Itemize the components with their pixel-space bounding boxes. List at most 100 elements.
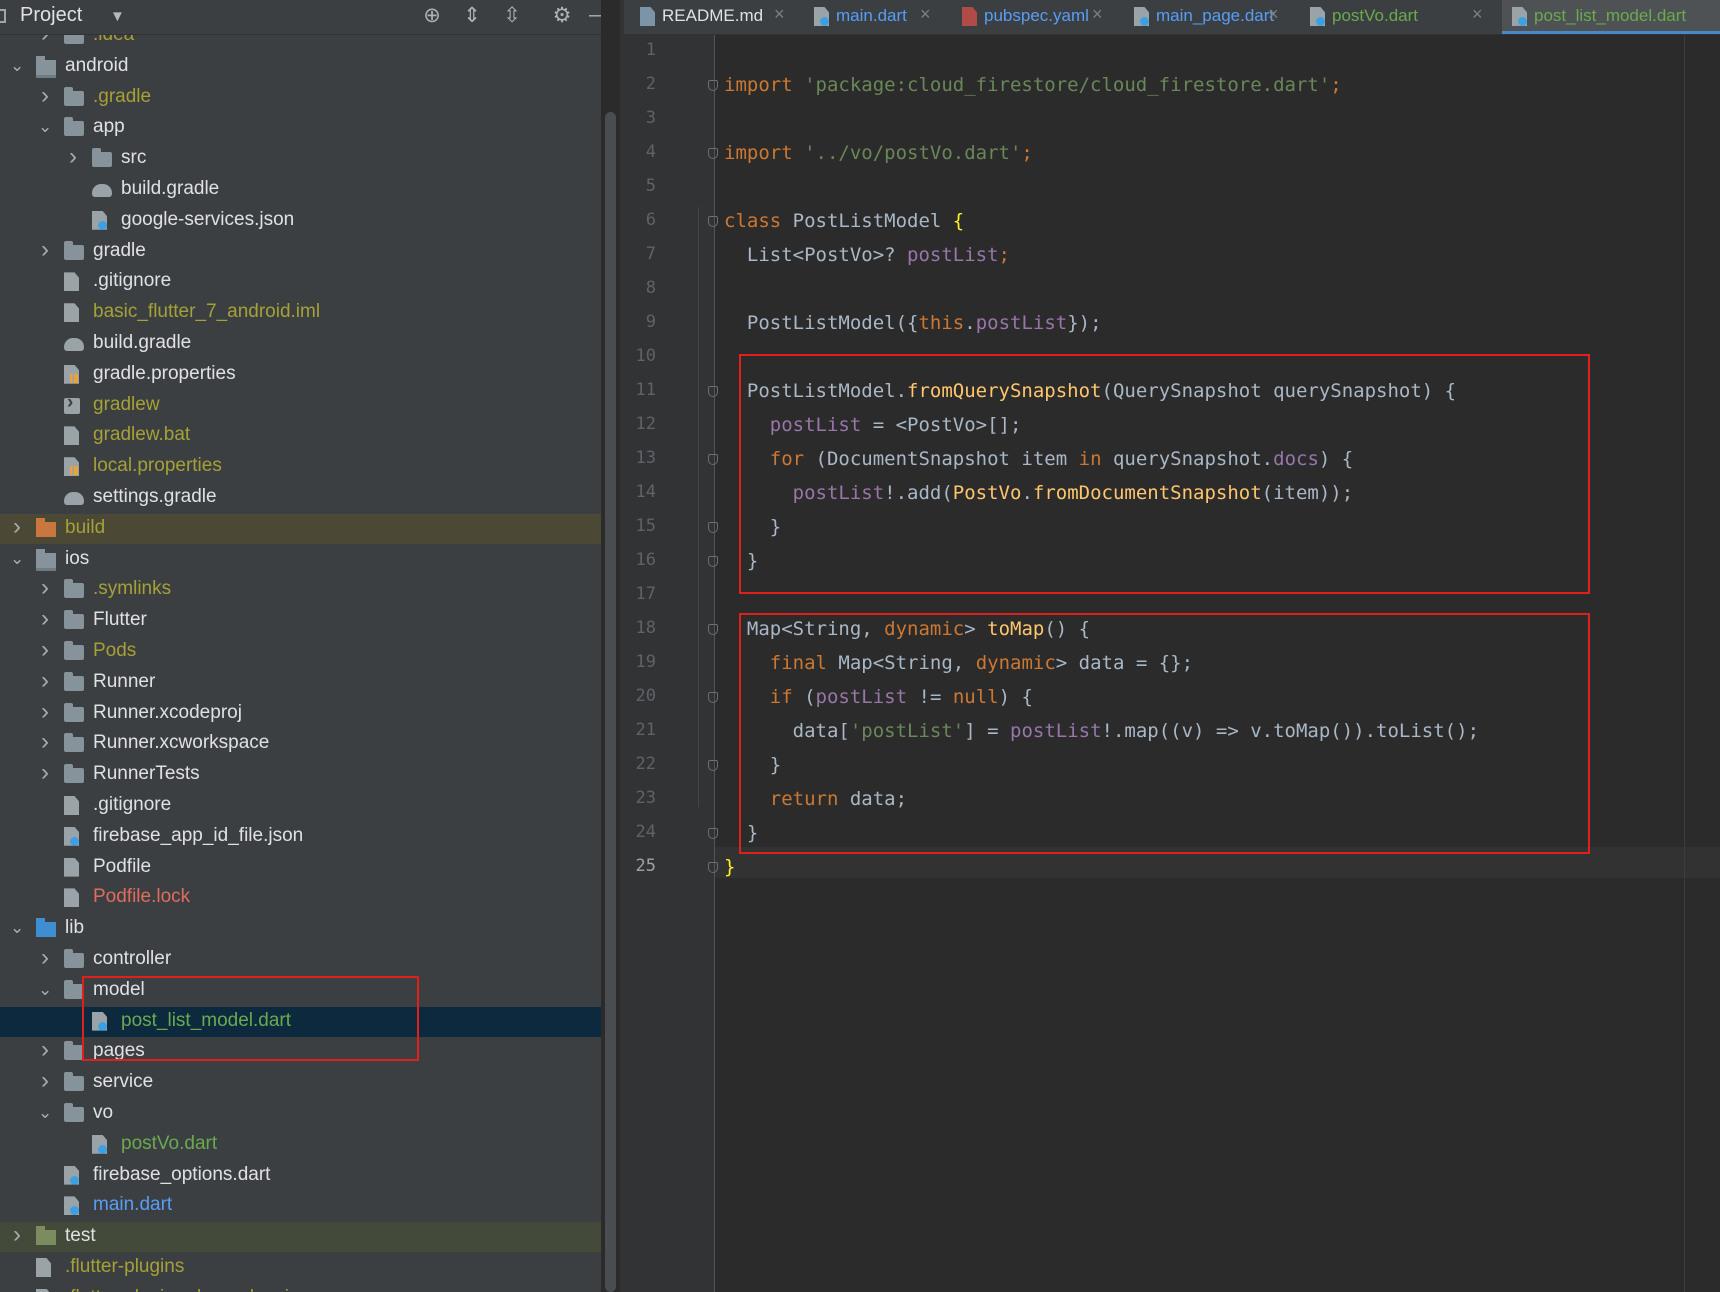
chevron-down-icon[interactable]: ⌄: [38, 117, 52, 137]
text-file-icon: [64, 857, 79, 877]
tree-item[interactable]: ⌄ app: [0, 113, 601, 143]
line-number: 3: [645, 108, 656, 128]
code-line: import '../vo/postVo.dart';: [724, 142, 1033, 164]
tree-item[interactable]: › Flutter: [0, 605, 601, 636]
project-view-selector[interactable]: Project: [20, 4, 82, 27]
close-icon[interactable]: ×: [1472, 4, 1483, 25]
fromQuerySnapshot-highlight-box: [739, 354, 1590, 594]
chevron-down-icon[interactable]: ▼: [110, 8, 125, 25]
tree-item[interactable]: firebase_app_id_file.json: [0, 822, 601, 852]
tree-item[interactable]: local.properties: [0, 452, 601, 482]
tree-item[interactable]: gradlew: [0, 391, 601, 421]
fold-marker-icon[interactable]: [708, 216, 718, 227]
tree-item[interactable]: › Runner: [0, 667, 601, 698]
fold-marker-icon[interactable]: [708, 80, 718, 91]
editor-tab[interactable]: post_list_model.dart: [1502, 0, 1720, 34]
fold-marker-icon[interactable]: [708, 624, 718, 635]
tree-item[interactable]: settings.gradle: [0, 483, 601, 513]
editor-tab[interactable]: main_page.dart ×: [1124, 0, 1292, 34]
tree-item[interactable]: › src: [0, 143, 601, 174]
fold-marker-icon[interactable]: [708, 692, 718, 703]
tree-item[interactable]: › Pods: [0, 636, 601, 667]
fold-marker-icon[interactable]: [708, 386, 718, 397]
code-token: this: [918, 312, 965, 334]
close-icon[interactable]: ×: [920, 4, 931, 25]
locate-file-icon[interactable]: ⊕: [419, 3, 445, 28]
terminal-file-icon: [64, 392, 80, 414]
editor-tab[interactable]: pubspec.yaml ×: [952, 0, 1116, 34]
chevron-right-icon[interactable]: ›: [38, 667, 52, 695]
tree-item[interactable]: › test: [0, 1221, 601, 1253]
tree-item[interactable]: Podfile: [0, 853, 601, 883]
chevron-down-icon[interactable]: ⌄: [38, 980, 52, 1000]
tree-item[interactable]: gradlew.bat: [0, 421, 601, 451]
chevron-right-icon[interactable]: ›: [10, 1221, 24, 1249]
chevron-right-icon[interactable]: ›: [38, 1067, 52, 1095]
fold-marker-icon[interactable]: [708, 148, 718, 159]
expand-all-icon[interactable]: ⇕: [459, 3, 485, 28]
editor-tab[interactable]: main.dart ×: [804, 0, 944, 34]
tree-item[interactable]: › RunnerTests: [0, 759, 601, 790]
tree-item[interactable]: build.gradle: [0, 329, 601, 359]
tree-item[interactable]: › service: [0, 1067, 601, 1098]
chevron-down-icon[interactable]: ⌄: [10, 56, 24, 76]
tree-item[interactable]: firebase_options.dart: [0, 1161, 601, 1191]
tree-item[interactable]: .flutter-plugins-dependencies: [0, 1284, 601, 1292]
tree-item-label: Flutter: [93, 609, 147, 631]
code-editor[interactable]: 1 2 3 4 5 6 7 8 9 10 11 12 13 14 15 16 17 18 19 20 21 22 23 24 2…: [624, 35, 1720, 1292]
chevron-down-icon[interactable]: ⌄: [10, 549, 24, 569]
tree-item[interactable]: › .symlinks: [0, 574, 601, 605]
editor-tab[interactable]: README.md ×: [630, 0, 798, 34]
tree-item[interactable]: ⌄ ios: [0, 545, 601, 575]
gear-icon[interactable]: ⚙: [549, 3, 575, 28]
fold-marker-icon[interactable]: [708, 522, 718, 533]
tree-item[interactable]: basic_flutter_7_android.iml: [0, 298, 601, 328]
hide-panel-icon[interactable]: —: [589, 3, 601, 27]
fold-marker-icon[interactable]: [708, 862, 718, 873]
chevron-right-icon[interactable]: ›: [38, 236, 52, 264]
fold-marker-icon[interactable]: [708, 828, 718, 839]
fold-marker-icon[interactable]: [708, 556, 718, 567]
close-icon[interactable]: ×: [1268, 4, 1279, 25]
tree-item[interactable]: Podfile.lock: [0, 883, 601, 913]
tree-item[interactable]: › controller: [0, 944, 601, 975]
chevron-right-icon[interactable]: ›: [38, 636, 52, 664]
project-tree-scrollbar[interactable]: [605, 112, 616, 1292]
tree-item[interactable]: build.gradle: [0, 175, 601, 205]
chevron-right-icon[interactable]: ›: [66, 143, 80, 171]
collapse-all-icon[interactable]: ⇳: [499, 3, 525, 28]
fold-marker-icon[interactable]: [708, 454, 718, 465]
chevron-right-icon[interactable]: ›: [38, 698, 52, 726]
tree-item[interactable]: google-services.json: [0, 206, 601, 236]
chevron-right-icon[interactable]: ›: [38, 759, 52, 787]
tree-item[interactable]: › gradle: [0, 236, 601, 267]
editor-tab[interactable]: postVo.dart ×: [1300, 0, 1496, 34]
tree-item[interactable]: .gitignore: [0, 267, 601, 297]
chevron-right-icon[interactable]: ›: [38, 82, 52, 110]
chevron-right-icon[interactable]: ›: [38, 1036, 52, 1064]
chevron-right-icon[interactable]: ›: [38, 605, 52, 633]
tree-item[interactable]: .flutter-plugins: [0, 1253, 601, 1283]
close-icon[interactable]: ×: [774, 4, 785, 25]
fold-marker-icon[interactable]: [708, 760, 718, 771]
chevron-right-icon[interactable]: ›: [38, 944, 52, 972]
chevron-right-icon[interactable]: ›: [10, 513, 24, 541]
chevron-right-icon[interactable]: ›: [38, 728, 52, 756]
tree-item[interactable]: ⌄ android: [0, 52, 601, 82]
folder-icon: [64, 641, 84, 660]
test-folder-icon: [36, 1226, 56, 1246]
tree-item[interactable]: ⌄ vo: [0, 1099, 601, 1129]
tree-item[interactable]: postVo.dart: [0, 1130, 601, 1160]
tree-item[interactable]: › Runner.xcodeproj: [0, 698, 601, 729]
chevron-down-icon[interactable]: ⌄: [38, 1103, 52, 1123]
tree-item[interactable]: › Runner.xcworkspace: [0, 728, 601, 759]
chevron-right-icon[interactable]: ›: [38, 574, 52, 602]
tree-item[interactable]: main.dart: [0, 1191, 601, 1221]
tree-item[interactable]: gradle.properties: [0, 360, 601, 390]
close-icon[interactable]: ×: [1092, 4, 1103, 25]
chevron-down-icon[interactable]: ⌄: [10, 918, 24, 938]
tree-item[interactable]: .gitignore: [0, 791, 601, 821]
tree-item[interactable]: › .gradle: [0, 82, 601, 113]
tree-item[interactable]: › build: [0, 513, 601, 544]
tree-item[interactable]: ⌄ lib: [0, 914, 601, 944]
